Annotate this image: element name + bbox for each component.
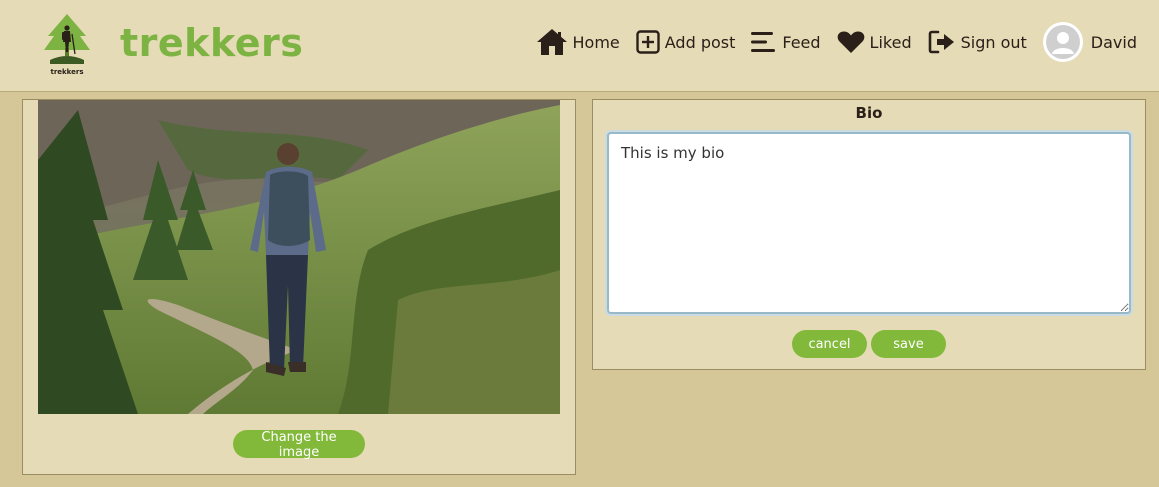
sign-out-icon <box>928 30 956 54</box>
brand-name[interactable]: trekkers <box>120 19 303 67</box>
main-nav: Home Add post Feed Liked Sign out David <box>536 22 1137 62</box>
nav-add-post-label: Add post <box>664 32 736 52</box>
home-icon <box>536 28 568 56</box>
nav-sign-out-label: Sign out <box>960 32 1027 52</box>
navbar: trekkers trekkers Home Add post Feed Lik… <box>0 0 1159 92</box>
nav-profile[interactable]: David <box>1042 22 1137 62</box>
nav-user-name: David <box>1090 32 1137 52</box>
hiker-photo <box>38 100 560 414</box>
cancel-button[interactable]: cancel <box>792 330 867 358</box>
save-button[interactable]: save <box>871 330 946 358</box>
image-panel: Change the image <box>22 99 576 475</box>
bio-textarea[interactable] <box>607 132 1131 314</box>
add-post-icon <box>636 30 660 54</box>
bio-actions: cancel save <box>593 330 1145 358</box>
nav-sign-out[interactable]: Sign out <box>928 30 1027 54</box>
bio-panel: Bio cancel save <box>592 99 1146 370</box>
change-image-button[interactable]: Change the image <box>233 430 365 460</box>
nav-home[interactable]: Home <box>536 28 620 56</box>
heart-icon <box>837 30 865 54</box>
hiker-tree-logo-icon <box>44 14 90 64</box>
nav-add-post[interactable]: Add post <box>636 30 736 54</box>
nav-liked-label: Liked <box>869 32 912 52</box>
avatar-icon <box>1042 22 1083 62</box>
nav-liked[interactable]: Liked <box>837 30 912 54</box>
trekkers-logo[interactable]: trekkers <box>40 12 94 78</box>
nav-feed[interactable]: Feed <box>751 31 821 53</box>
nav-feed-label: Feed <box>782 32 821 52</box>
nav-home-label: Home <box>572 32 620 52</box>
feed-icon <box>751 31 777 53</box>
logo-caption: trekkers <box>50 68 84 76</box>
bio-title: Bio <box>855 104 883 122</box>
